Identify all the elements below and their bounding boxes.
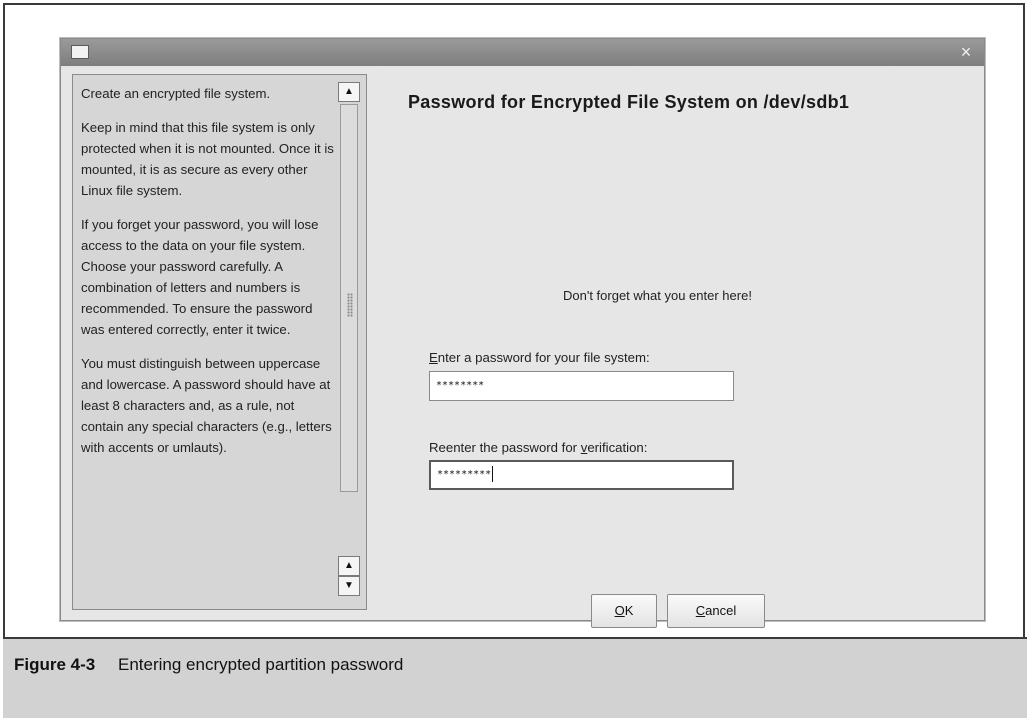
window-menu-icon[interactable]	[71, 45, 89, 59]
label-text: nter a password for your file system:	[437, 350, 650, 365]
grip-icon	[347, 293, 353, 317]
password-label: Enter a password for your file system:	[429, 350, 650, 365]
help-paragraph: If you forget your password, you will lo…	[81, 217, 319, 337]
scroll-down-button[interactable]: ▼	[338, 576, 360, 596]
verify-label: Reenter the password for verification:	[429, 440, 647, 455]
password-value: ********	[436, 380, 485, 391]
triangle-up-icon: ▲	[344, 86, 354, 97]
dialog-title: Password for Encrypted File System on /d…	[408, 92, 850, 112]
label-text: Reenter the password for	[429, 440, 581, 455]
mnemonic: O	[614, 603, 625, 618]
help-scrollbar[interactable]: ▲ ▲ ▼	[338, 76, 362, 608]
help-paragraph: Keep in mind that this file system is on…	[81, 120, 334, 198]
verify-value: *********	[437, 469, 492, 480]
page-frame: × Create an encrypted file system. Keep …	[3, 3, 1025, 639]
ok-button[interactable]: OK	[591, 594, 657, 628]
verify-password-input[interactable]: *********	[429, 460, 734, 490]
text-caret	[492, 466, 494, 482]
figure-caption: Figure 4-3 Entering encrypted partition …	[3, 637, 1027, 718]
warning-text: Don't forget what you enter here!	[563, 288, 752, 303]
button-label: ancel	[705, 603, 737, 618]
close-icon[interactable]: ×	[956, 42, 976, 62]
triangle-down-icon: ▼	[344, 580, 354, 591]
scroll-thumb[interactable]	[340, 104, 358, 492]
title-bar: ×	[61, 39, 984, 66]
main-pane: Password for Encrypted File System on /d…	[391, 79, 976, 628]
help-paragraph: You must distinguish between uppercase a…	[81, 356, 332, 455]
help-text: Create an encrypted file system. Keep in…	[81, 83, 339, 471]
label-text: erification:	[587, 440, 648, 455]
figure-number: Figure 4-3	[14, 655, 96, 674]
button-label: K	[624, 603, 634, 618]
triangle-up-icon: ▲	[344, 560, 354, 571]
figure-caption-text: Entering encrypted partition password	[118, 655, 404, 674]
password-input[interactable]: ********	[429, 371, 734, 401]
dialog-window: × Create an encrypted file system. Keep …	[60, 38, 985, 628]
scroll-up-button[interactable]: ▲	[338, 82, 360, 102]
mnemonic: E	[429, 350, 438, 365]
help-panel: Create an encrypted file system. Keep in…	[72, 74, 367, 610]
help-paragraph: Create an encrypted file system.	[81, 86, 271, 101]
mnemonic: C	[695, 603, 706, 618]
scroll-up-button-lower[interactable]: ▲	[338, 556, 360, 576]
cancel-button[interactable]: Cancel	[667, 594, 765, 628]
